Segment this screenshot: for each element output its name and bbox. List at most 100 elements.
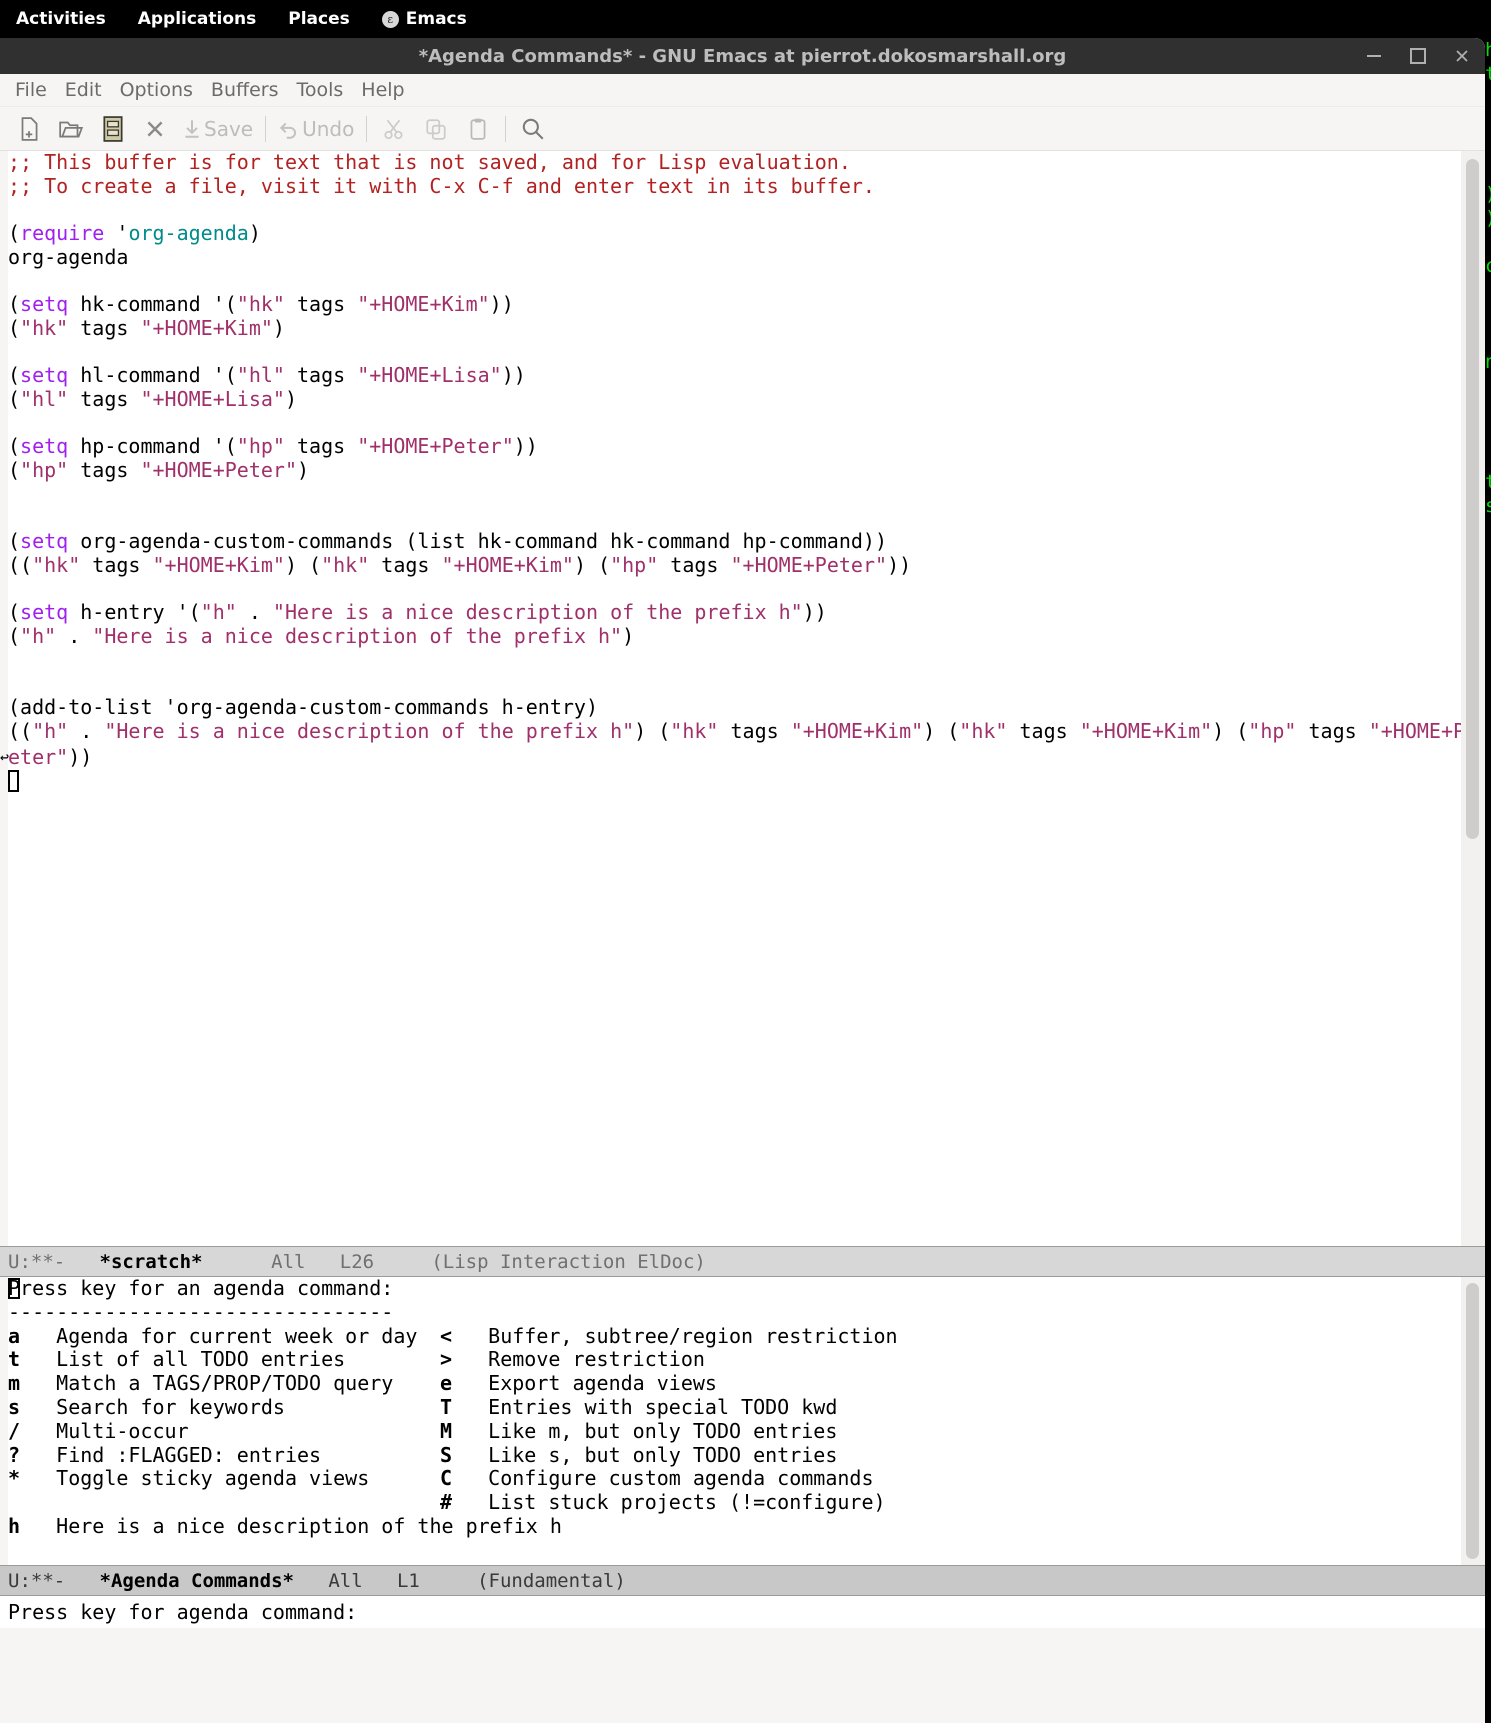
agenda-command-description: Buffer, subtree/region restriction <box>452 1323 898 1348</box>
code-token: hk-command '( <box>68 292 237 317</box>
code-token: tags <box>284 292 358 317</box>
active-app-indicator[interactable]: ε Emacs <box>366 0 483 38</box>
close-button[interactable] <box>1451 45 1473 67</box>
agenda-command-key[interactable]: > <box>440 1347 452 1371</box>
code-token: ( <box>8 458 21 483</box>
agenda-command-key[interactable]: t <box>8 1347 20 1371</box>
code-token: "+HOME+P <box>1368 718 1466 743</box>
minimize-button[interactable] <box>1363 45 1385 67</box>
agenda-command-key[interactable]: a <box>8 1324 20 1348</box>
save-download-icon <box>185 119 199 138</box>
buffer-line-9: (setq hl-command '("hl" tags "+HOME+Lisa… <box>8 363 1448 388</box>
maximize-button[interactable] <box>1407 45 1429 67</box>
agenda-command-description: Match a TAGS/PROP/TODO query <box>20 1371 394 1396</box>
agenda-command-key[interactable]: s <box>8 1395 20 1419</box>
code-token: ( <box>8 221 21 246</box>
agenda-commands-window[interactable]: Press key for an agenda command: --------… <box>0 1277 1485 1565</box>
copy-button[interactable] <box>415 108 457 150</box>
search-button[interactable] <box>512 108 554 150</box>
agenda-divider: -------------------------------- <box>8 1299 394 1324</box>
agenda-command-key[interactable]: S <box>440 1443 452 1467</box>
open-file-button[interactable] <box>50 108 92 150</box>
code-token: )) <box>887 552 912 577</box>
code-token: "+HOME+Kim" <box>441 552 574 577</box>
buffer-line-wrapped-tail: ↩ eter")) <box>0 745 1448 770</box>
code-token: require <box>20 221 105 246</box>
agenda-command-right: e Export agenda views <box>440 1371 717 1396</box>
code-token: ) ( <box>1212 718 1249 743</box>
agenda-command-key[interactable]: / <box>8 1419 20 1443</box>
code-token: ( <box>8 363 21 388</box>
agenda-command-key[interactable]: M <box>440 1419 452 1443</box>
code-token: "hk" <box>20 315 69 340</box>
agenda-command-description: Multi-occur <box>20 1418 189 1443</box>
agenda-command-description: Entries with special TODO kwd <box>452 1394 838 1419</box>
agenda-prefix-key[interactable]: h <box>8 1514 20 1538</box>
code-token: ( <box>8 600 21 625</box>
buffer-cursor-line <box>8 769 1448 793</box>
scratch-scrollbar-thumb[interactable] <box>1466 159 1479 839</box>
close-buffer-button[interactable] <box>134 108 176 150</box>
scratch-buffer-text[interactable]: ;; This buffer is for text that is not s… <box>0 151 1474 793</box>
new-file-button[interactable] <box>8 108 50 150</box>
menu-tools[interactable]: Tools <box>287 75 352 105</box>
agenda-command-key[interactable]: ? <box>8 1443 20 1467</box>
code-token: "hp" <box>1248 718 1297 743</box>
activities-button[interactable]: Activities <box>0 0 122 38</box>
scratch-modeline-flags: U:**- <box>8 1250 66 1273</box>
save-button[interactable]: Save <box>176 108 259 150</box>
cut-button[interactable] <box>373 108 415 150</box>
agenda-scrollbar-thumb[interactable] <box>1466 1283 1479 1559</box>
dired-cabinet-icon <box>103 115 123 142</box>
buffer-line-20: ("h" . "Here is a nice description of th… <box>8 624 1448 649</box>
menu-file[interactable]: File <box>6 75 56 105</box>
code-token: ) <box>622 624 635 649</box>
buffer-line-12: (setq hp-command '("hp" tags "+HOME+Pete… <box>8 435 1448 459</box>
dired-button[interactable] <box>92 108 134 150</box>
places-label: Places <box>288 9 350 29</box>
code-token: "hk" <box>32 552 81 577</box>
menu-options[interactable]: Options <box>111 75 202 105</box>
code-token: org-agenda-custom-commands (list hk-comm… <box>68 529 888 554</box>
code-token: "+HOME+Lisa" <box>357 363 502 388</box>
scratch-buffer-window[interactable]: ;; This buffer is for text that is not s… <box>0 151 1485 1246</box>
background-terminal-text: h t ) ) c n t s <box>1485 38 1491 1723</box>
agenda-commands-text[interactable]: Press key for an agenda command: --------… <box>8 1277 898 1539</box>
code-token: "h" <box>20 624 57 649</box>
paste-button[interactable] <box>457 108 499 150</box>
code-token: "+HOME+Peter" <box>140 458 298 483</box>
menu-edit[interactable]: Edit <box>56 75 111 105</box>
agenda-command-key[interactable]: m <box>8 1371 20 1395</box>
buffer-line-21 <box>8 649 1448 673</box>
code-token: tags <box>68 315 141 340</box>
agenda-command-key[interactable]: T <box>440 1395 452 1419</box>
menu-help[interactable]: Help <box>352 75 413 105</box>
applications-menu[interactable]: Applications <box>122 0 273 38</box>
scratch-modeline: U:**- *scratch* All L26 (Lisp Interactio… <box>0 1246 1485 1277</box>
places-menu[interactable]: Places <box>272 0 365 38</box>
agenda-command-key[interactable]: e <box>440 1371 452 1395</box>
code-token: "+HOME+Peter" <box>730 552 888 577</box>
open-folder-icon <box>59 121 84 137</box>
agenda-command-key[interactable]: < <box>440 1324 452 1348</box>
menu-bar: File Edit Options Buffers Tools Help <box>0 74 1485 107</box>
scratch-scrollbar[interactable] <box>1461 151 1485 1246</box>
agenda-command-description: Like m, but only TODO entries <box>452 1418 838 1443</box>
undo-button[interactable]: Undo <box>272 108 360 150</box>
scratch-left-fringe <box>0 151 8 1246</box>
code-token: tags <box>1007 718 1080 743</box>
buffer-line-1: ;; To create a file, visit it with C-x C… <box>8 174 1448 199</box>
agenda-scrollbar[interactable] <box>1461 1277 1485 1565</box>
agenda-modeline-buffer: *Agenda Commands* <box>99 1569 294 1592</box>
agenda-command-description: Search for keywords <box>20 1394 285 1419</box>
active-app-label: Emacs <box>405 9 467 29</box>
agenda-command-description: List of all TODO entries <box>20 1347 346 1372</box>
code-token: "+HOME+Peter" <box>357 434 514 459</box>
agenda-command-right: C Configure custom agenda commands <box>440 1466 873 1491</box>
agenda-command-key[interactable]: C <box>440 1466 452 1490</box>
code-token: tags <box>284 434 358 459</box>
agenda-command-key[interactable]: * <box>8 1466 20 1490</box>
menu-buffers[interactable]: Buffers <box>202 75 288 105</box>
window-titlebar[interactable]: *Agenda Commands* - GNU Emacs at pierrot… <box>0 38 1485 74</box>
close-x-icon <box>147 121 163 136</box>
